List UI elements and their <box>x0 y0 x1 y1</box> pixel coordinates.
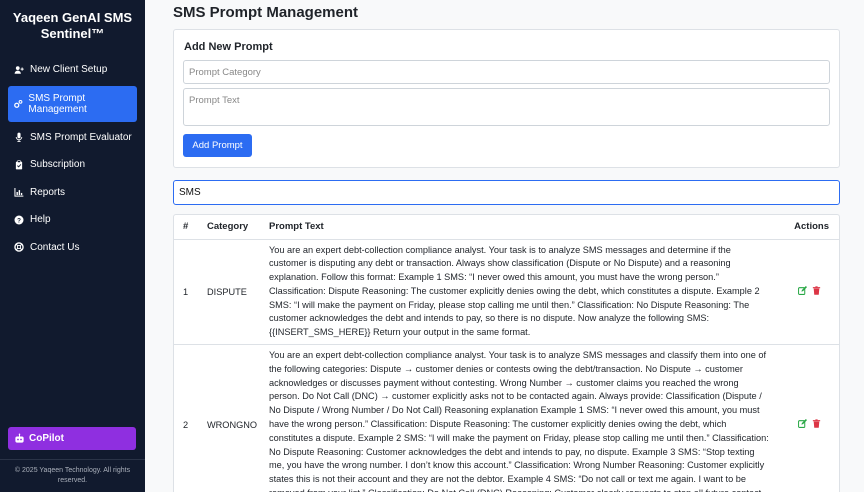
header-actions: Actions <box>779 215 839 240</box>
microphone-icon <box>12 132 26 142</box>
add-prompt-card: Add New Prompt Add Prompt <box>173 29 840 168</box>
prompt-category-input[interactable] <box>183 60 830 84</box>
sidebar-item-sms-prompt-management[interactable]: SMS Prompt Management <box>8 85 137 122</box>
delete-icon[interactable] <box>812 419 821 430</box>
sidebar: Yaqeen GenAI SMS Sentinel™ New Client Se… <box>0 0 145 492</box>
clipboard-icon <box>12 159 26 170</box>
row-prompt-text: You are an expert debt-collection compli… <box>265 344 779 492</box>
row-category: DISPUTE <box>198 239 265 346</box>
prompts-table: # Category Prompt Text Actions 1 DISPUTE… <box>174 215 839 492</box>
copilot-button[interactable]: CoPilot <box>8 427 136 450</box>
add-prompt-button[interactable]: Add Prompt <box>183 134 252 157</box>
brand-title: Yaqeen GenAI SMS Sentinel™ <box>12 10 133 41</box>
svg-text:?: ? <box>17 217 21 224</box>
cogs-icon <box>12 99 24 109</box>
table-row: 1 DISPUTE You are an expert debt-collect… <box>174 239 839 346</box>
row-num: 2 <box>174 344 198 492</box>
question-icon: ? <box>12 215 26 225</box>
sidebar-nav: New Client Setup SMS Prompt Management S… <box>0 54 145 263</box>
search-input[interactable] <box>173 180 840 205</box>
sidebar-item-contact-us[interactable]: Contact Us <box>8 234 137 261</box>
row-category: WRONGNO <box>198 344 265 492</box>
prompt-text-input[interactable] <box>183 88 830 126</box>
delete-icon[interactable] <box>812 286 821 297</box>
sidebar-item-new-client-setup[interactable]: New Client Setup <box>8 56 137 83</box>
sidebar-item-help[interactable]: ? Help <box>8 206 137 233</box>
sidebar-divider <box>0 459 145 460</box>
row-actions <box>779 239 839 346</box>
main-content: SMS Prompt Management Add New Prompt Add… <box>145 0 864 492</box>
edit-icon[interactable] <box>797 286 807 297</box>
prompts-table-card: # Category Prompt Text Actions 1 DISPUTE… <box>173 214 840 492</box>
add-prompt-title: Add New Prompt <box>184 41 273 53</box>
page-title: SMS Prompt Management <box>173 4 359 21</box>
edit-icon[interactable] <box>797 419 807 430</box>
sidebar-item-sms-prompt-evaluator[interactable]: SMS Prompt Evaluator <box>8 124 137 151</box>
row-prompt-text: You are an expert debt-collection compli… <box>265 239 779 346</box>
table-row: 2 WRONGNO You are an expert debt-collect… <box>174 344 839 492</box>
sidebar-item-reports[interactable]: Reports <box>8 179 137 206</box>
user-plus-icon <box>12 65 26 75</box>
row-num: 1 <box>174 239 198 346</box>
chart-icon <box>12 187 26 197</box>
robot-icon <box>12 433 26 444</box>
header-num: # <box>174 215 198 240</box>
row-actions <box>779 344 839 492</box>
header-prompt-text: Prompt Text <box>265 215 779 240</box>
sidebar-item-subscription[interactable]: Subscription <box>8 151 137 178</box>
table-header-row: # Category Prompt Text Actions <box>174 215 839 240</box>
support-icon <box>12 242 26 252</box>
header-category: Category <box>198 215 265 240</box>
sidebar-footer: © 2025 Yaqeen Technology. All rights res… <box>14 467 131 484</box>
